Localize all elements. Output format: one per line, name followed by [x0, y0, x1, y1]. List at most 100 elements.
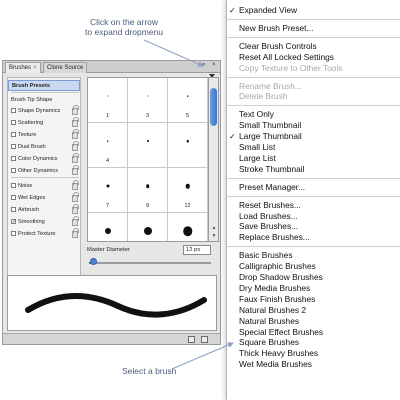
- new-brush-icon[interactable]: [188, 336, 195, 343]
- master-diameter-slider[interactable]: [89, 262, 211, 264]
- checkbox[interactable]: ✓: [11, 219, 16, 225]
- menu-item-reset-brushes[interactable]: Reset Brushes...: [227, 200, 400, 211]
- sidebar-item-label: Brush Presets: [12, 83, 50, 89]
- lock-icon[interactable]: [72, 105, 79, 115]
- lock-icon[interactable]: [72, 153, 79, 163]
- menu-item-save-brushes[interactable]: Save Brushes...: [227, 221, 400, 232]
- menu-item-small-thumbnail[interactable]: Small Thumbnail: [227, 120, 400, 131]
- slider-knob[interactable]: [89, 258, 97, 265]
- lock-icon[interactable]: [72, 216, 79, 226]
- brush-preset-cell[interactable]: 4: [88, 123, 128, 168]
- brush-preset-cell[interactable]: 3: [128, 78, 168, 123]
- brush-preset-cell[interactable]: 18: [168, 213, 208, 241]
- menu-item-clear-brush-controls[interactable]: Clear Brush Controls: [227, 41, 400, 52]
- tab-close-icon[interactable]: ×: [33, 65, 37, 71]
- sidebar-item-brush-tip-shape[interactable]: Brush Tip Shape: [8, 95, 80, 106]
- tab-brushes[interactable]: Brushes ×: [5, 62, 41, 73]
- menu-item-small-list[interactable]: Small List: [227, 142, 400, 153]
- brush-preset-cell[interactable]: 12: [168, 168, 208, 213]
- sidebar-item-color-dynamics[interactable]: Color Dynamics: [8, 153, 80, 165]
- brush-preset-cell[interactable]: 9: [128, 168, 168, 213]
- sidebar-item-texture[interactable]: Texture: [8, 129, 80, 141]
- menu-item-wet-media-brushes[interactable]: Wet Media Brushes: [227, 359, 400, 370]
- menu-item-thick-heavy-brushes[interactable]: Thick Heavy Brushes: [227, 348, 400, 359]
- brush-size-label: 4: [105, 158, 110, 164]
- lock-icon[interactable]: [72, 117, 79, 127]
- lock-icon[interactable]: [72, 129, 79, 139]
- brush-preset-cell[interactable]: [128, 123, 168, 168]
- menu-item-text-only[interactable]: Text Only: [227, 109, 400, 120]
- checkbox[interactable]: [11, 195, 16, 201]
- brush-grid-scrollbar[interactable]: ▲ ▼: [208, 77, 219, 242]
- brush-preset-cell[interactable]: 1: [88, 78, 128, 123]
- sidebar-item-shape-dynamics[interactable]: Shape Dynamics: [8, 105, 80, 117]
- scroll-down-arrow-icon[interactable]: ▼: [210, 233, 218, 239]
- menu-item-special-effect-brushes[interactable]: Special Effect Brushes: [227, 327, 400, 338]
- menu-item-expanded-view[interactable]: ✓ Expanded View: [227, 5, 400, 16]
- tab-clone-source-label: Clone Source: [47, 65, 84, 71]
- sidebar-item-label: Dual Brush: [18, 144, 46, 150]
- menu-item-replace-brushes[interactable]: Replace Brushes...: [227, 232, 400, 243]
- menu-item-basic-brushes[interactable]: Basic Brushes: [227, 250, 400, 261]
- select-brush-annotation: Select a brush: [122, 366, 177, 376]
- brush-preset-cell[interactable]: 7: [88, 168, 128, 213]
- checkbox[interactable]: [11, 156, 16, 162]
- brush-tip-thumbnail: [186, 139, 189, 143]
- brush-preset-cell[interactable]: 16: [128, 213, 168, 241]
- sidebar-item-brush-presets[interactable]: Brush Presets: [8, 80, 80, 91]
- checkbox[interactable]: [11, 108, 16, 114]
- menu-item-delete-brush: Delete Brush: [227, 91, 400, 102]
- brush-size-label: 3: [145, 113, 150, 119]
- menu-item-preset-manager[interactable]: Preset Manager...: [227, 182, 400, 193]
- menu-item-dry-media-brushes[interactable]: Dry Media Brushes: [227, 283, 400, 294]
- panel-close-icon[interactable]: ×: [212, 62, 216, 68]
- menu-item-natural-brushes[interactable]: Natural Brushes: [227, 316, 400, 327]
- menu-item-large-thumbnail[interactable]: ✓ Large Thumbnail: [227, 131, 400, 142]
- menu-item-load-brushes[interactable]: Load Brushes...: [227, 211, 400, 222]
- menu-item-calligraphic-brushes[interactable]: Calligraphic Brushes: [227, 261, 400, 272]
- sidebar-item-noise[interactable]: Noise: [8, 180, 80, 192]
- brush-preset-cell[interactable]: 5: [168, 78, 208, 123]
- menu-item-faux-finish-brushes[interactable]: Faux Finish Brushes: [227, 294, 400, 305]
- menu-item-large-list[interactable]: Large List: [227, 153, 400, 164]
- menu-item-reset-all-locked-settings[interactable]: Reset All Locked Settings: [227, 52, 400, 63]
- menu-item-natural-brushes-2[interactable]: Natural Brushes 2: [227, 305, 400, 316]
- lock-icon[interactable]: [72, 141, 79, 151]
- checkmark-icon: ✓: [229, 132, 236, 142]
- menu-item-label: Clear Brush Controls: [239, 40, 317, 51]
- menu-item-drop-shadow-brushes[interactable]: Drop Shadow Brushes: [227, 272, 400, 283]
- lock-icon[interactable]: [72, 192, 79, 202]
- brush-preset-cell[interactable]: 13: [88, 213, 128, 241]
- checkbox[interactable]: [11, 168, 16, 174]
- lock-icon[interactable]: [72, 204, 79, 214]
- checkbox[interactable]: [11, 120, 16, 126]
- lock-icon[interactable]: [72, 180, 79, 190]
- scrollbar-thumb[interactable]: [210, 88, 217, 126]
- menu-item-label: Wet Media Brushes: [239, 359, 312, 370]
- tab-clone-source[interactable]: Clone Source: [43, 62, 88, 73]
- sidebar-item-wet-edges[interactable]: Wet Edges: [8, 192, 80, 204]
- sidebar-item-smoothing[interactable]: ✓ Smoothing: [8, 216, 80, 228]
- checkbox[interactable]: [11, 231, 16, 237]
- sidebar-item-protect-texture[interactable]: Protect Texture: [8, 228, 80, 240]
- sidebar-item-dual-brush[interactable]: Dual Brush: [8, 141, 80, 153]
- menu-item-new-brush-preset[interactable]: New Brush Preset...: [227, 23, 400, 34]
- menu-item-square-brushes[interactable]: Square Brushes: [227, 337, 400, 348]
- sidebar-item-other-dynamics[interactable]: Other Dynamics: [8, 165, 80, 177]
- sidebar-item-scattering[interactable]: Scattering: [8, 117, 80, 129]
- checkbox[interactable]: [11, 183, 16, 189]
- menu-item-stroke-thumbnail[interactable]: Stroke Thumbnail: [227, 164, 400, 175]
- scroll-up-arrow-icon[interactable]: ▲: [210, 225, 218, 231]
- checkbox[interactable]: [11, 144, 16, 150]
- lock-icon[interactable]: [72, 228, 79, 238]
- panel-collapse-icon[interactable]: «: [202, 62, 205, 68]
- lock-icon[interactable]: [72, 165, 79, 175]
- checkbox[interactable]: [11, 207, 16, 213]
- master-diameter-label: Master Diameter: [87, 247, 130, 253]
- checkbox[interactable]: [11, 132, 16, 138]
- trash-icon[interactable]: [201, 336, 208, 343]
- menu-separator: [227, 36, 400, 38]
- brush-preset-cell[interactable]: [168, 123, 208, 168]
- sidebar-item-airbrush[interactable]: Airbrush: [8, 204, 80, 216]
- master-diameter-input[interactable]: 12 px: [183, 245, 211, 255]
